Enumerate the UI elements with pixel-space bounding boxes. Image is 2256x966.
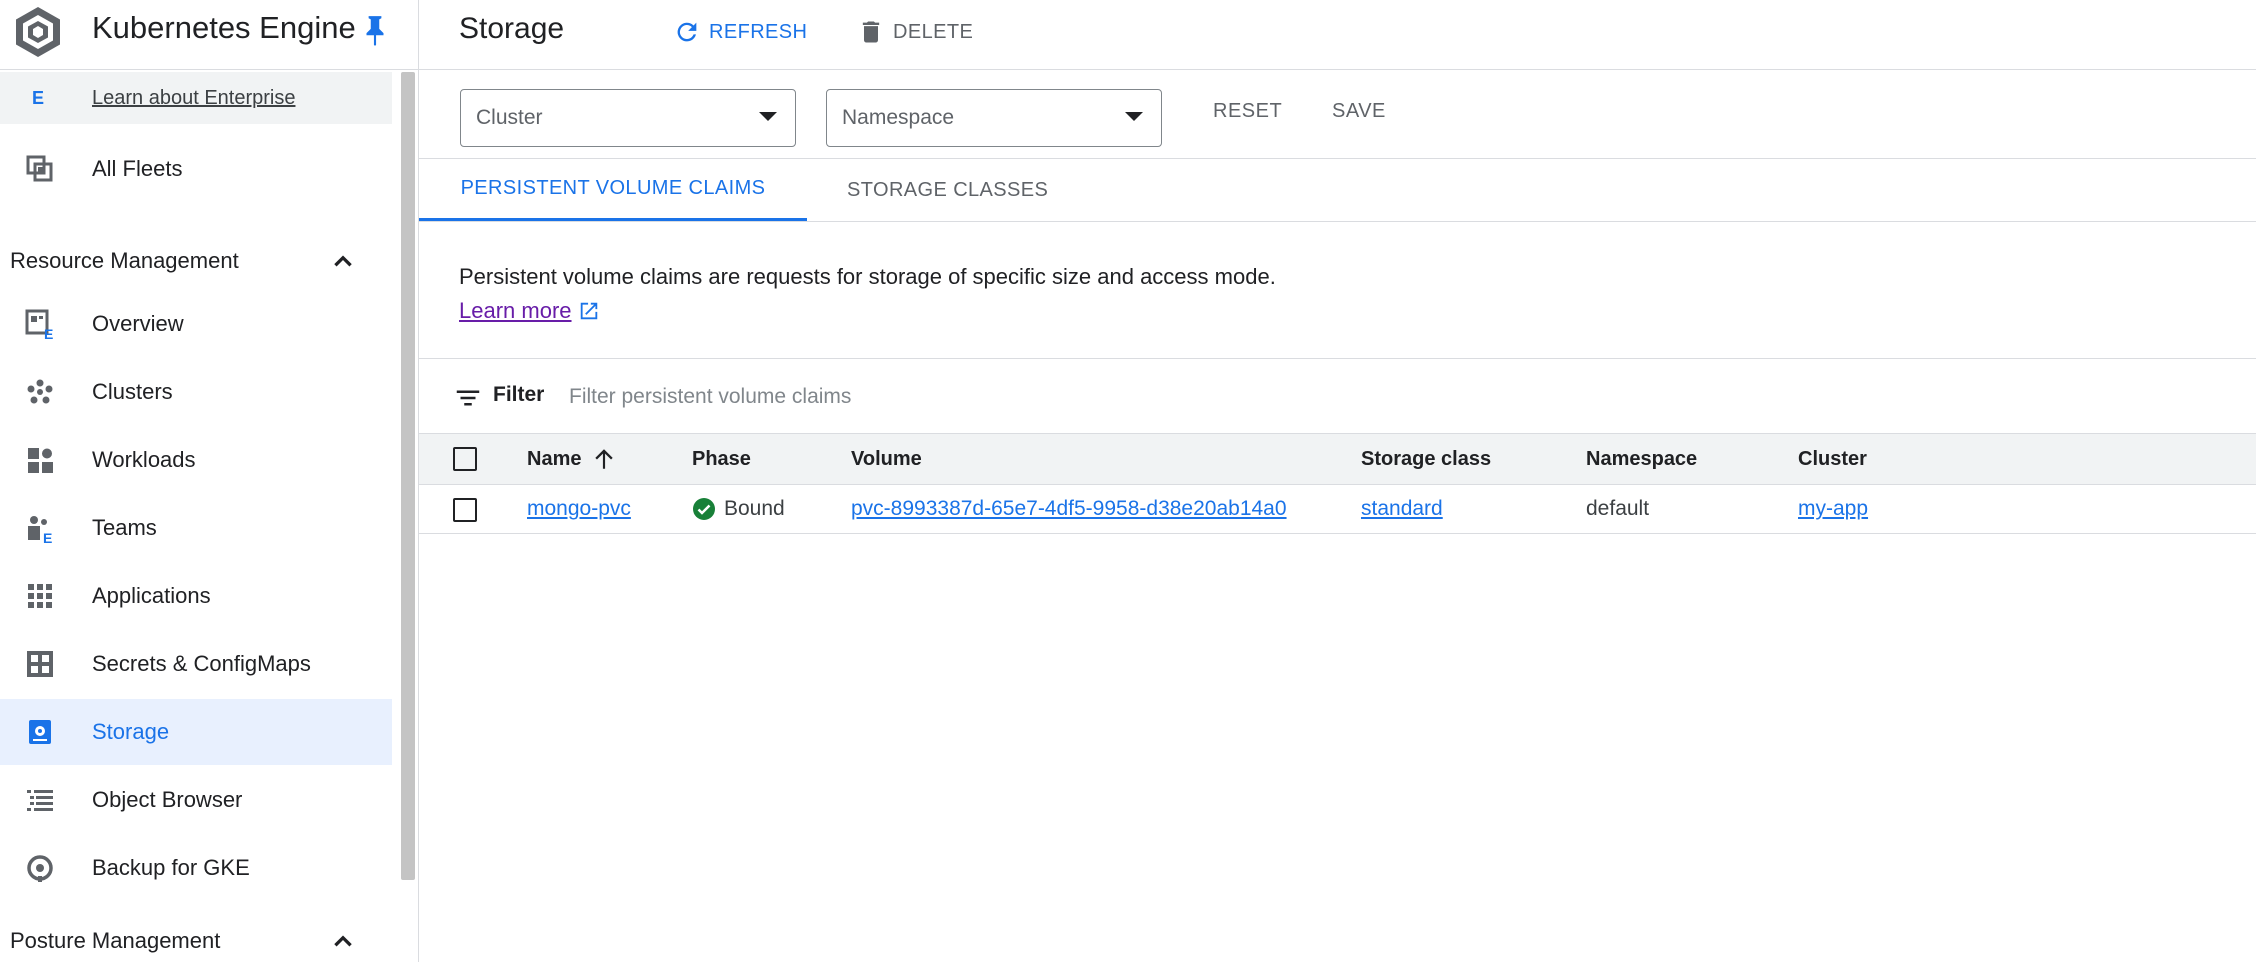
column-header-phase[interactable]: Phase	[692, 434, 751, 484]
sidebar-item-applications[interactable]: Applications	[0, 563, 392, 629]
sidebar-item-overview[interactable]: E Overview	[0, 291, 392, 357]
sidebar-item-learn-enterprise[interactable]: E Learn about Enterprise	[0, 72, 392, 124]
sidebar-item-label: Learn about Enterprise	[92, 86, 296, 109]
storage-class-link[interactable]: standard	[1361, 497, 1443, 521]
chevron-up-icon[interactable]	[330, 928, 356, 954]
sort-ascending-icon[interactable]	[591, 446, 617, 472]
cluster-select[interactable]: Cluster	[460, 89, 796, 147]
delete-label: DELETE	[893, 20, 974, 43]
teams-icon: E	[28, 516, 52, 544]
phase-value: Bound	[724, 497, 785, 520]
backup-icon	[27, 855, 53, 882]
sidebar-scrollbar[interactable]	[401, 72, 415, 880]
applications-icon	[28, 584, 52, 608]
page-title: Storage	[459, 12, 565, 45]
sidebar-item-teams[interactable]: E Teams	[0, 495, 392, 561]
filter-icon	[456, 390, 480, 406]
namespace-value: default	[1586, 497, 1650, 520]
sidebar-nav: E Learn about Enterprise All Fleets Reso…	[0, 70, 392, 962]
sidebar-item-label: Applications	[92, 583, 211, 608]
secrets-icon	[27, 651, 53, 677]
phase-cell: Bound	[692, 485, 785, 533]
volume-link[interactable]: pvc-8993387d-65e7-4df5-9958-d38e20ab14a0	[851, 497, 1287, 521]
enterprise-badge-icon: E	[32, 87, 45, 108]
object-browser-icon	[27, 790, 53, 811]
sidebar-item-label: Secrets & ConfigMaps	[92, 651, 311, 676]
section-posture-management[interactable]: Posture Management	[0, 916, 392, 966]
pin-icon[interactable]	[362, 14, 388, 48]
svg-text:E: E	[43, 530, 52, 544]
sidebar-item-label: Backup for GKE	[92, 855, 250, 880]
sidebar-item-storage[interactable]: Storage	[0, 699, 392, 765]
workloads-icon	[28, 448, 53, 473]
namespace-select[interactable]: Namespace	[826, 89, 1162, 147]
main-content: Storage REFRESH DELETE Cluster Namespace…	[419, 0, 2256, 962]
product-header: Kubernetes Engine	[0, 0, 418, 70]
chevron-up-icon[interactable]	[330, 248, 356, 274]
sidebar-item-label: Teams	[92, 515, 157, 540]
tab-bar: PERSISTENT VOLUME CLAIMS STORAGE CLASSES	[419, 159, 2256, 222]
dropdown-arrow-icon	[1125, 112, 1143, 121]
section-resource-management[interactable]: Resource Management	[0, 236, 392, 286]
column-header-storage-class[interactable]: Storage class	[1361, 434, 1491, 484]
tab-storage-classes[interactable]: STORAGE CLASSES	[847, 159, 1048, 221]
delete-button[interactable]: DELETE	[857, 12, 973, 52]
overview-icon: E	[25, 309, 53, 340]
sidebar-item-label: Storage	[92, 719, 170, 744]
external-link-icon	[580, 302, 597, 320]
sidebar-item-workloads[interactable]: Workloads	[0, 427, 392, 493]
sidebar-item-clusters[interactable]: Clusters	[0, 359, 392, 425]
table-header: Name Phase Volume Storage class Namespac…	[419, 434, 2256, 485]
page-header: Storage REFRESH DELETE	[419, 0, 2256, 70]
section-label: Posture Management	[10, 928, 221, 953]
filter-input[interactable]	[567, 381, 1171, 413]
filter-label: Filter	[493, 383, 545, 406]
sidebar-item-label: All Fleets	[92, 156, 183, 181]
section-label: Resource Management	[10, 248, 239, 273]
sidebar-item-label: Workloads	[92, 447, 196, 472]
table-row: mongo-pvc Bound pvc-8993387d-65e7-4df5-9…	[419, 485, 2256, 534]
refresh-icon	[677, 22, 697, 42]
storage-icon	[29, 720, 51, 744]
column-header-cluster[interactable]: Cluster	[1798, 434, 1867, 484]
fleets-icon	[26, 155, 53, 182]
sidebar-item-secrets-configmaps[interactable]: Secrets & ConfigMaps	[0, 631, 392, 697]
column-header-volume[interactable]: Volume	[851, 434, 922, 484]
description-panel: Persistent volume claims are requests fo…	[419, 222, 2256, 359]
sidebar-item-label: Object Browser	[92, 787, 243, 812]
sidebar-item-all-fleets[interactable]: All Fleets	[0, 136, 392, 202]
namespace-select-value: Namespace	[842, 106, 955, 129]
sidebar-item-backup[interactable]: Backup for GKE	[0, 835, 392, 901]
filter-toolbar: Cluster Namespace RESET SAVE	[419, 70, 2256, 159]
table-filter-bar: Filter	[419, 359, 2256, 434]
cluster-link[interactable]: my-app	[1798, 497, 1868, 521]
column-header-name[interactable]: Name	[527, 434, 617, 484]
select-all-checkbox[interactable]	[453, 447, 477, 471]
refresh-label: REFRESH	[709, 20, 808, 43]
trash-icon	[862, 21, 880, 43]
pvc-name-link[interactable]: mongo-pvc	[527, 497, 631, 521]
learn-more-link[interactable]: Learn more	[459, 298, 600, 324]
save-button[interactable]: SAVE	[1332, 100, 1386, 123]
column-header-namespace[interactable]: Namespace	[1586, 434, 1697, 484]
learn-more-label: Learn more	[459, 298, 572, 323]
sidebar: Kubernetes Engine E Learn about Enterpri…	[0, 0, 419, 962]
tab-persistent-volume-claims[interactable]: PERSISTENT VOLUME CLAIMS	[419, 159, 807, 221]
dropdown-arrow-icon	[759, 112, 777, 121]
check-circle-icon	[693, 498, 715, 520]
sidebar-item-label: Overview	[92, 311, 184, 336]
kubernetes-engine-logo-icon	[16, 7, 60, 57]
reset-button[interactable]: RESET	[1213, 100, 1282, 123]
sidebar-item-label: Clusters	[92, 379, 173, 404]
row-checkbox[interactable]	[453, 498, 477, 522]
cluster-select-value: Cluster	[476, 106, 543, 129]
column-header-label: Name	[527, 447, 582, 470]
sidebar-item-object-browser[interactable]: Object Browser	[0, 767, 392, 833]
refresh-button[interactable]: REFRESH	[673, 12, 807, 52]
product-title: Kubernetes Engine	[92, 10, 356, 45]
svg-text:E: E	[44, 326, 53, 340]
description-text: Persistent volume claims are requests fo…	[459, 264, 1276, 289]
clusters-icon	[27, 379, 53, 404]
